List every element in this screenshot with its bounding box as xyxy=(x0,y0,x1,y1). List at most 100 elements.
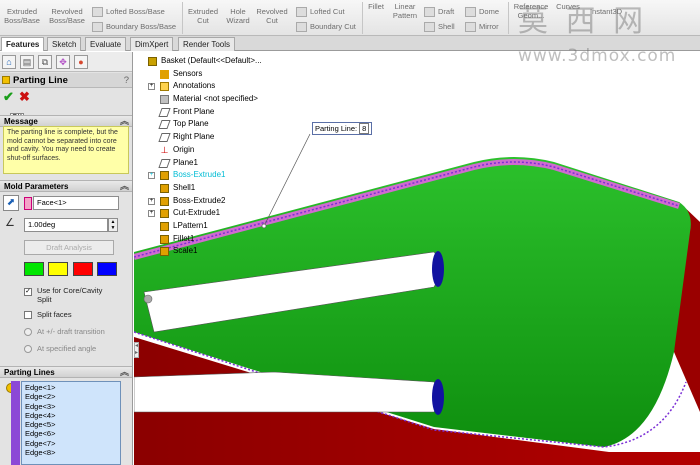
parting-lines-group-header[interactable]: Parting Lines ︽ xyxy=(0,366,132,378)
tree-item[interactable]: Plane1 xyxy=(158,157,262,170)
expand-icon[interactable]: + xyxy=(148,197,155,205)
tree-item-label: Cut-Extrude1 xyxy=(173,208,221,218)
tree-item[interactable]: Top Plane xyxy=(158,118,262,131)
message-box: The parting line is complete, but the mo… xyxy=(3,126,129,174)
tree-item[interactable]: Front Plane xyxy=(158,106,262,119)
tree-item[interactable]: LPattern1 xyxy=(158,220,262,233)
expand-icon[interactable]: + xyxy=(148,210,155,218)
feature-manager-tab-icon[interactable]: ⌂ xyxy=(2,55,16,69)
revolved-cut-button[interactable]: Revolved Cut xyxy=(254,7,290,25)
command-manager-ribbon: Extruded Boss/Base Revolved Boss/Base Lo… xyxy=(0,0,700,36)
tab-evaluate[interactable]: Evaluate xyxy=(85,37,127,51)
split-faces-checkbox[interactable] xyxy=(24,311,32,319)
tree-item[interactable]: + Cut-Extrude1 xyxy=(148,207,262,220)
revolved-boss-base-button[interactable]: Revolved Boss/Base xyxy=(46,7,88,25)
mold-parameters-group-header[interactable]: Mold Parameters ︽ xyxy=(0,180,132,192)
list-item[interactable]: Edge<7> xyxy=(25,439,117,448)
dome-button[interactable]: Dome xyxy=(465,7,500,18)
core-cavity-label: Use for Core/Cavity Split xyxy=(37,286,103,304)
ok-check-icon[interactable]: ✔ xyxy=(3,89,14,105)
ribbon-separator xyxy=(362,2,363,34)
extruded-boss-base-button[interactable]: Extruded Boss/Base xyxy=(2,7,42,25)
tree-item-label: Plane1 xyxy=(173,157,198,167)
help-icon[interactable]: ? xyxy=(124,73,129,88)
lofted-cut-button[interactable]: Lofted Cut xyxy=(296,7,345,18)
direction-of-pull-icon[interactable]: ⬈ xyxy=(3,195,19,211)
tree-item[interactable]: + Annotations xyxy=(148,80,262,93)
property-manager-tab-icon[interactable]: ▤ xyxy=(20,55,34,69)
draft-analysis-button[interactable]: Draft Analysis xyxy=(24,240,114,255)
tab-features[interactable]: Features xyxy=(1,37,45,51)
tree-item-label: Shell1 xyxy=(173,182,196,192)
boundary-cut-icon xyxy=(296,22,307,33)
parting-line-callout[interactable]: Parting Line: 8 xyxy=(312,122,373,135)
cancel-x-icon[interactable]: ✖ xyxy=(19,89,30,105)
display-manager-tab-icon[interactable]: ● xyxy=(74,55,88,69)
tree-item[interactable]: Shell1 xyxy=(158,182,262,195)
tree-item[interactable]: Scale1 xyxy=(158,245,262,258)
tree-item[interactable]: Right Plane xyxy=(158,131,262,144)
dome-label: Dome xyxy=(479,7,500,16)
tree-item[interactable]: Fillet1 xyxy=(158,233,262,246)
configuration-manager-tab-icon[interactable]: ⧉ xyxy=(38,55,52,69)
graphics-viewport[interactable]: Basket (Default<<Default>... Sensors + An… xyxy=(134,52,700,465)
core-cavity-checkbox[interactable]: ✓ xyxy=(24,288,32,296)
fillet-button[interactable]: Fillet xyxy=(366,2,386,11)
tree-item-selected[interactable]: + Boss-Extrude1 xyxy=(148,169,262,182)
tree-item-root[interactable]: Basket (Default<<Default>... xyxy=(146,55,262,68)
list-item[interactable]: Edge<5> xyxy=(25,420,117,429)
list-item[interactable]: Edge<8> xyxy=(25,448,117,457)
tree-item-label: Top Plane xyxy=(173,119,209,129)
linear-pattern-button[interactable]: Linear Pattern xyxy=(390,2,420,20)
callout-anchor-point xyxy=(261,223,267,229)
tree-item[interactable]: ⊥ Origin xyxy=(158,144,262,157)
draft-button[interactable]: Draft xyxy=(424,7,454,18)
tree-item[interactable]: Material <not specified> xyxy=(158,93,262,106)
list-item[interactable]: Edge<4> xyxy=(25,411,117,420)
expand-icon[interactable]: + xyxy=(148,172,155,180)
tree-item-label: Fillet1 xyxy=(173,233,195,243)
pm-title-bar: Parting Line ? xyxy=(0,73,132,88)
specified-angle-radio[interactable] xyxy=(24,345,32,353)
shell-button[interactable]: Shell xyxy=(424,22,455,33)
boundary-boss-base-button[interactable]: Boundary Boss/Base xyxy=(92,22,176,33)
annotations-icon xyxy=(160,82,169,92)
slot-end-face xyxy=(432,251,444,287)
dome-icon xyxy=(465,7,476,18)
lofted-boss-base-button[interactable]: Lofted Boss/Base xyxy=(92,7,165,18)
fillet-icon xyxy=(160,234,169,244)
expand-icon[interactable]: + xyxy=(148,83,155,91)
split-faces-label: Split faces xyxy=(37,310,72,319)
collapse-chevron-icon[interactable]: ︽ xyxy=(120,181,129,192)
material-icon xyxy=(160,95,169,105)
manager-tabs-row: ⌂ ▤ ⧉ ✥ ● xyxy=(0,52,132,72)
linear-pattern-icon xyxy=(160,221,169,231)
list-item[interactable]: Edge<2> xyxy=(25,392,117,401)
tree-item[interactable]: + Boss-Extrude2 xyxy=(148,195,262,208)
hole-wizard-button[interactable]: Hole Wizard xyxy=(224,7,252,25)
mirror-button[interactable]: Mirror xyxy=(465,22,499,33)
tree-item[interactable]: Sensors xyxy=(158,68,262,81)
tab-sketch[interactable]: Sketch xyxy=(47,37,82,51)
tab-render-tools[interactable]: Render Tools xyxy=(178,37,235,51)
face-selection-indicator xyxy=(24,197,32,210)
dimxpert-manager-tab-icon[interactable]: ✥ xyxy=(56,55,70,69)
lofted-cut-icon xyxy=(296,7,307,18)
feature-tree: Basket (Default<<Default>... Sensors + An… xyxy=(146,55,262,258)
parting-lines-header: Parting Lines xyxy=(4,368,55,377)
angle-spinner[interactable]: ▲ ▼ xyxy=(108,218,118,232)
collapse-chevron-icon[interactable]: ︽ xyxy=(120,367,129,378)
draft-angle-field[interactable]: 1.00deg xyxy=(24,218,108,232)
boundary-cut-button[interactable]: Boundary Cut xyxy=(296,22,356,33)
draft-transition-radio[interactable] xyxy=(24,328,32,336)
list-item[interactable]: Edge<6> xyxy=(25,429,117,438)
edge-selection-list[interactable]: Edge<1> Edge<2> Edge<3> Edge<4> Edge<5> … xyxy=(21,381,121,465)
direction-face-field[interactable]: Face<1> xyxy=(33,196,119,210)
list-item[interactable]: Edge<3> xyxy=(25,402,117,411)
extruded-cut-button[interactable]: Extruded Cut xyxy=(186,7,220,25)
tree-item-label: Origin xyxy=(173,144,195,154)
list-item[interactable]: Edge<1> xyxy=(25,383,117,392)
panel-resize-handle[interactable]: ◂ ▸ xyxy=(134,342,139,358)
tab-dimxpert[interactable]: DimXpert xyxy=(130,37,174,51)
tree-item-label: Boss-Extrude1 xyxy=(173,170,226,180)
